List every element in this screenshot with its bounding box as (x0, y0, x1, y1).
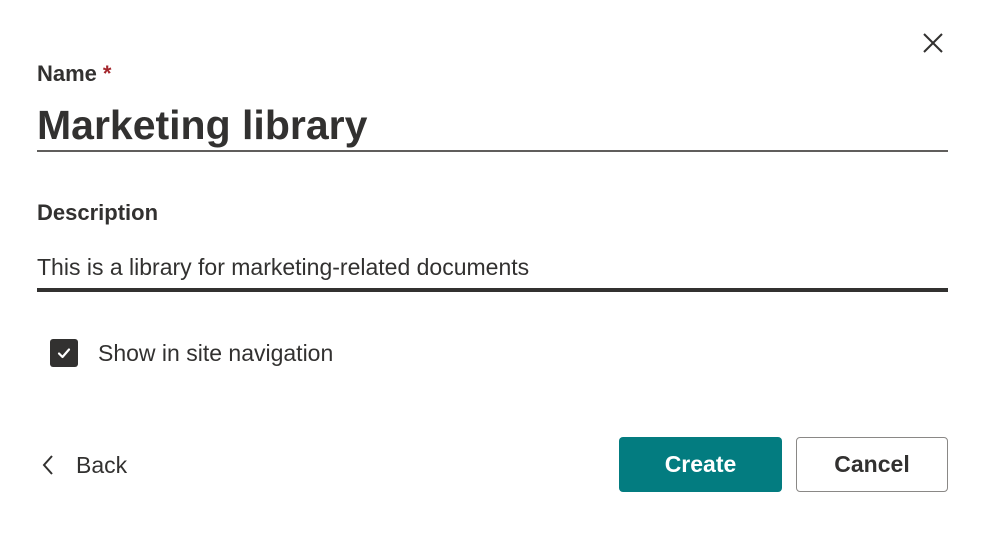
back-button[interactable]: Back (37, 448, 127, 482)
checkmark-icon (57, 348, 71, 359)
chevron-left-icon (37, 448, 59, 482)
show-in-nav-checkbox[interactable] (50, 339, 78, 367)
name-label: Name * (37, 60, 111, 88)
back-label: Back (76, 451, 128, 478)
description-input[interactable] (37, 246, 948, 292)
show-in-nav-checkbox-row[interactable]: Show in site navigation (50, 339, 333, 367)
cancel-button[interactable]: Cancel (796, 437, 948, 492)
create-library-dialog: Name* Description Show in site navigatio… (0, 0, 986, 542)
close-icon (923, 33, 943, 53)
show-in-nav-label: Show in site navigation (98, 339, 334, 366)
create-button[interactable]: Create (619, 437, 782, 492)
name-input[interactable] (37, 100, 948, 152)
close-button[interactable] (916, 26, 950, 60)
required-marker: * (102, 61, 112, 86)
name-label-text: Name (37, 61, 97, 86)
description-label: Description (37, 200, 159, 225)
